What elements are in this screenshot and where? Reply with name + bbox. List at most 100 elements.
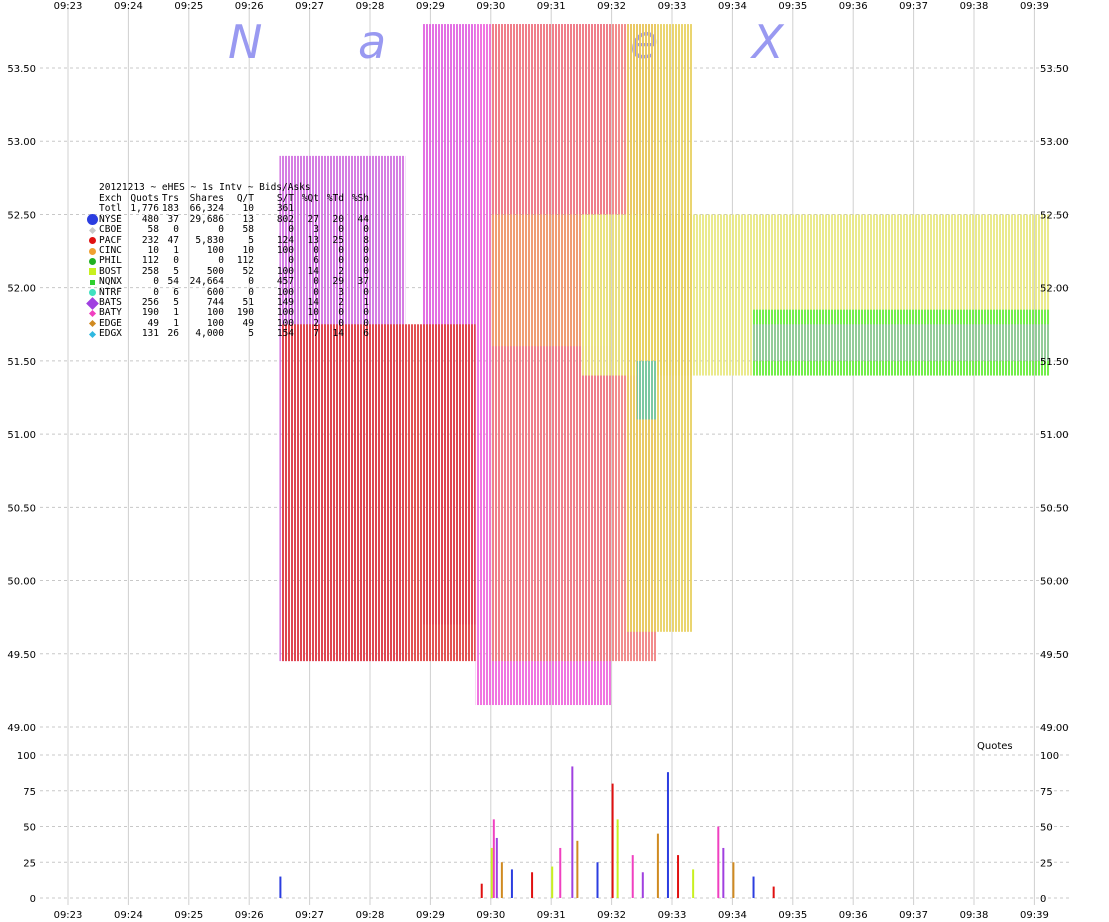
- legend-cell-ptd: 29: [332, 276, 344, 288]
- x-tick-label-top: 09:37: [899, 1, 928, 12]
- x-tick-label-top: 09:24: [114, 1, 143, 12]
- x-tick-label-top: 09:23: [54, 1, 83, 12]
- x-tick-label-top: 09:31: [537, 1, 566, 12]
- legend-cell-pqt: 7: [313, 328, 319, 340]
- x-tick-label-bottom: 09:24: [114, 910, 143, 921]
- x-tick-label-bottom: 09:36: [839, 910, 868, 921]
- x-tick-label-bottom: 09:28: [356, 910, 385, 921]
- price-tick-label-right: 52.00: [1040, 284, 1069, 295]
- price-tick-label-right: 53.00: [1040, 137, 1069, 148]
- x-tick-label-top: 09:38: [960, 1, 989, 12]
- legend-cell-ptd: 14: [332, 328, 344, 340]
- volume-tick-label-left: 0: [30, 894, 36, 905]
- legend-marker-icon: [86, 226, 99, 234]
- legend-marker-icon: [86, 309, 99, 318]
- price-tick-label-right: 51.00: [1040, 430, 1069, 441]
- legend-cell-psh: 6: [363, 328, 369, 340]
- legend-marker-icon: [86, 296, 99, 310]
- price-tick-label-left: 51.50: [7, 357, 36, 368]
- x-tick-label-top: 09:36: [839, 1, 868, 12]
- x-tick-label-bottom: 09:26: [235, 910, 264, 921]
- volume-spike: [616, 819, 619, 898]
- volume-tick-label-left: 75: [23, 787, 36, 798]
- x-tick-label-bottom: 09:39: [1020, 910, 1049, 921]
- x-tick-label-bottom: 09:23: [54, 910, 83, 921]
- volume-spike: [656, 833, 659, 898]
- volume-spike: [752, 876, 755, 898]
- legend-header-psh: %Sh: [351, 193, 369, 204]
- legend-row-phil: PHIL 112 0 0 112 0 6 0 0: [86, 255, 369, 266]
- quote-band-ntrf: [752, 324, 1050, 361]
- volume-tick-label-left: 100: [17, 751, 36, 762]
- legend-row-edgx: EDGX 131 26 4,000 5 154 7 14 6: [86, 328, 369, 340]
- x-tick-label-top: 09:26: [235, 1, 264, 12]
- x-tick-label-top: 09:35: [778, 1, 807, 12]
- legend-cell-trs: 26: [167, 328, 179, 340]
- volume-tick-label-right: 75: [1040, 787, 1053, 798]
- volume-spike: [666, 772, 669, 898]
- volume-spike: [492, 819, 495, 898]
- x-tick-label-top: 09:32: [597, 1, 626, 12]
- legend-cell-shares: 4,000: [195, 328, 224, 340]
- legend-marker-icon: [86, 237, 99, 245]
- x-tick-label-bottom: 09:38: [960, 910, 989, 921]
- volume-spike: [732, 862, 735, 898]
- legend-cell-st: 154: [276, 328, 294, 340]
- price-tick-label-right: 49.50: [1040, 650, 1069, 661]
- price-tick-label-right: 50.00: [1040, 577, 1069, 588]
- legend-header-ptd: %Td: [326, 193, 344, 204]
- legend-marker-icon: [86, 214, 99, 226]
- legend-cell-exch: EDGX: [99, 328, 122, 340]
- volume-tick-label-right: 0: [1040, 894, 1046, 905]
- watermark-letter: N: [228, 15, 262, 69]
- volume-spike: [576, 840, 579, 898]
- legend-cell-shares: 29,686: [189, 213, 224, 225]
- legend-cell-qt: 5: [248, 328, 254, 340]
- volume-spike: [279, 876, 282, 898]
- x-tick-label-bottom: 09:35: [778, 910, 807, 921]
- volume-spike: [641, 872, 644, 898]
- volume-spike: [551, 866, 554, 898]
- volume-spike: [596, 862, 599, 898]
- volume-tick-label-left: 50: [23, 823, 36, 834]
- x-tick-label-top: 09:25: [174, 1, 203, 12]
- legend-cell-shares: 100: [206, 244, 224, 256]
- volume-spike: [772, 886, 775, 898]
- legend-cell-quots: 0: [153, 276, 159, 288]
- exchange-legend: 20121213 ~ eHES ~ 1s Intv ~ Bids/Asks Ex…: [86, 183, 369, 339]
- legend-marker-icon: [86, 258, 99, 266]
- volume-axis-label: Quotes: [977, 741, 1013, 752]
- x-tick-label-top: 09:27: [295, 1, 324, 12]
- x-tick-label-bottom: 09:29: [416, 910, 445, 921]
- volume-tick-label-right: 25: [1040, 858, 1053, 869]
- legend-cell-shares: 24,664: [189, 276, 224, 288]
- legend-row-totl: Totl 1,776 183 66,324 10 361: [86, 203, 369, 214]
- price-tick-label-left: 53.00: [7, 137, 36, 148]
- price-tick-label-left: 52.50: [7, 210, 36, 221]
- legend-row-ntrf: NTRF 0 6 600 0 100 0 3 0: [86, 287, 369, 298]
- x-tick-label-bottom: 09:27: [295, 910, 324, 921]
- volume-spike: [490, 847, 493, 898]
- volume-spike: [500, 862, 503, 898]
- price-tick-label-left: 53.50: [7, 64, 36, 75]
- volume-tick-label-right: 50: [1040, 823, 1053, 834]
- legend-header: Exch Quots Trs Shares Q/T S/T %Qt %Td %S…: [86, 193, 369, 204]
- legend-cell-qt: 0: [248, 276, 254, 288]
- volume-spike: [722, 847, 725, 898]
- x-tick-label-top: 09:33: [658, 1, 687, 12]
- volume-bars: [279, 766, 775, 898]
- legend-cell-quots: 131: [141, 328, 159, 340]
- x-tick-label-bottom: 09:30: [476, 910, 505, 921]
- legend-rows: Totl 1,776 183 66,324 10 361 NYSE 480 37 29,686 13…: [86, 203, 369, 340]
- price-tick-label-right: 52.50: [1040, 210, 1069, 221]
- price-tick-label-right: 51.50: [1040, 357, 1069, 368]
- x-tick-label-bottom: 09:31: [537, 910, 566, 921]
- legend-row-nqnx: NQNX 0 54 24,664 0 457 0 29 37: [86, 276, 369, 288]
- legend-marker-icon: [86, 289, 99, 297]
- x-tick-label-bottom: 09:33: [658, 910, 687, 921]
- legend-marker-icon: [86, 279, 99, 285]
- legend-marker-icon: [86, 247, 99, 255]
- price-tick-label-left: 51.00: [7, 430, 36, 441]
- x-tick-label-bottom: 09:32: [597, 910, 626, 921]
- watermark-letter: X: [750, 15, 785, 69]
